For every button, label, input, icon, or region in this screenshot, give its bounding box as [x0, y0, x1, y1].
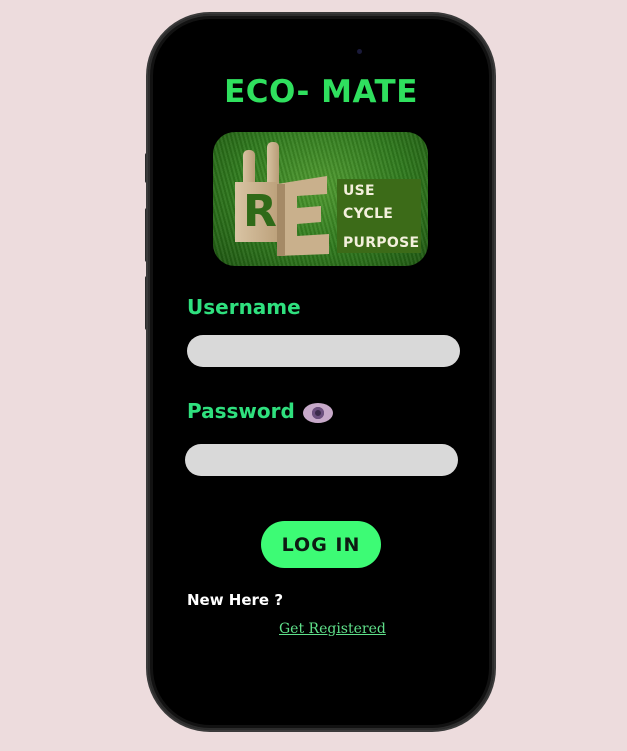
username-label-text: Username	[187, 295, 301, 319]
camera-icon	[357, 49, 362, 54]
new-here-text: New Here ?	[187, 591, 284, 609]
get-registered-link[interactable]: Get Registered	[279, 621, 386, 637]
reuse-banner-image: R USE CYCLE PURPOSE	[213, 132, 428, 266]
app-title: ECO- MATE	[224, 74, 418, 110]
username-label: Username	[187, 295, 301, 319]
banner-word-cycle: CYCLE	[343, 206, 394, 222]
eye-icon[interactable]	[302, 402, 333, 423]
banner-word-purpose: PURPOSE	[343, 235, 420, 251]
username-input[interactable]	[187, 335, 460, 367]
password-label: Password	[187, 399, 333, 423]
banner-word-use: USE	[343, 183, 375, 199]
banner-letter-e	[277, 176, 329, 256]
password-label-text: Password	[187, 399, 295, 423]
phone-frame: ECO- MATE R USE CYCLE PURPOSE Username P…	[148, 14, 494, 730]
phone-screen: ECO- MATE R USE CYCLE PURPOSE Username P…	[153, 19, 489, 725]
login-button[interactable]: LOG IN	[261, 521, 381, 568]
password-input[interactable]	[185, 444, 458, 476]
banner-letter-r: R	[243, 186, 277, 237]
